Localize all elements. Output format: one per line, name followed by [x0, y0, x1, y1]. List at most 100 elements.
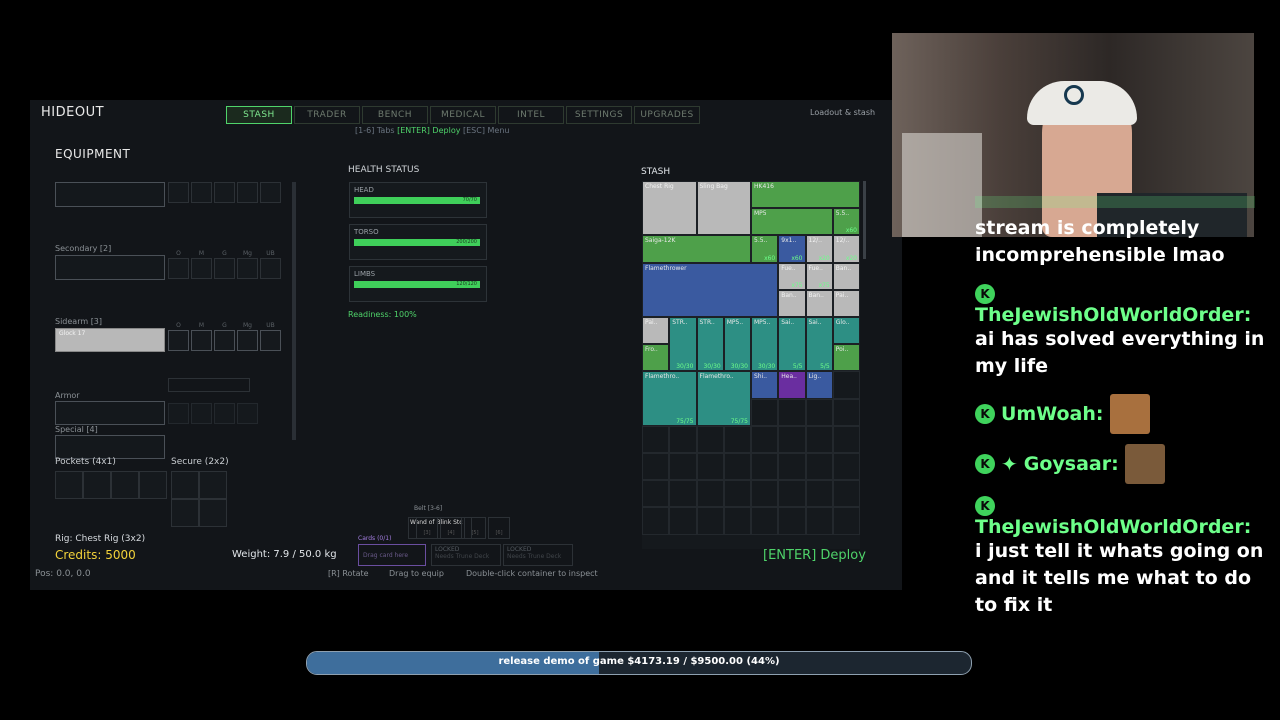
stash-item[interactable]: 12/.. x20 — [832, 235, 860, 263]
stash-cell[interactable] — [805, 453, 833, 481]
secure-slot[interactable] — [171, 499, 199, 527]
chat-username[interactable]: TheJewishOldWorldOrder: — [975, 304, 1251, 326]
stash-cell[interactable] — [696, 507, 724, 535]
primary-slot[interactable] — [55, 182, 165, 207]
secondary-slot[interactable] — [55, 255, 165, 280]
stash-item[interactable]: HK416 — [751, 181, 860, 209]
stash-cell[interactable] — [751, 398, 779, 426]
tab-stash[interactable]: STASH — [226, 106, 292, 124]
stash-cell[interactable] — [751, 507, 779, 535]
stash-item[interactable]: 5.5.. x60 — [751, 235, 779, 263]
stash-cell[interactable] — [832, 425, 860, 453]
tab-trader[interactable]: TRADER — [294, 106, 360, 124]
stash-cell[interactable] — [696, 480, 724, 508]
armor-plate-slot[interactable] — [168, 378, 250, 392]
special-slot[interactable] — [55, 435, 165, 459]
sidearm-slot[interactable]: Glock 17 — [55, 328, 165, 352]
stash-item[interactable]: Ban.. — [805, 289, 833, 317]
stash-item[interactable]: Glo.. — [832, 317, 860, 345]
stash-item[interactable]: MP5 — [751, 208, 833, 236]
pocket-slot[interactable] — [139, 471, 167, 499]
stash-cell[interactable] — [778, 453, 806, 481]
stash-cell[interactable] — [751, 425, 779, 453]
stash-cell[interactable] — [642, 425, 670, 453]
stash-cell[interactable] — [832, 507, 860, 535]
stash-item[interactable]: Fue.. x75 — [805, 262, 833, 290]
stash-cell[interactable] — [778, 425, 806, 453]
stash-item[interactable]: MP5.. 30/30 — [751, 317, 779, 372]
stash-cell[interactable] — [751, 453, 779, 481]
armor-sub-slot[interactable] — [214, 403, 235, 424]
stash-item[interactable]: Flamethrower — [642, 262, 779, 317]
attachment-slot[interactable] — [237, 330, 258, 351]
stash-item[interactable]: Fue.. x75 — [778, 262, 806, 290]
stash-item[interactable]: Shi.. — [751, 371, 779, 399]
stash-cell[interactable] — [696, 425, 724, 453]
tab-intel[interactable]: INTEL — [498, 106, 564, 124]
stash-item[interactable]: Pai.. — [832, 289, 860, 317]
stash-item[interactable]: Fro.. — [642, 344, 670, 372]
belt-slot[interactable]: [5] — [464, 517, 486, 539]
stash-cell[interactable] — [751, 480, 779, 508]
tab-settings[interactable]: SETTINGS — [566, 106, 632, 124]
stash-cell[interactable] — [832, 371, 860, 399]
attachment-slot[interactable] — [191, 182, 212, 203]
stash-item[interactable]: 5.5.. x60 — [832, 208, 860, 236]
stash-item[interactable]: Sai.. 5/5 — [805, 317, 833, 372]
stash-cell[interactable] — [805, 480, 833, 508]
belt-slot[interactable]: [6] — [488, 517, 510, 539]
equipment-scrollbar[interactable] — [292, 182, 296, 440]
stash-item[interactable]: Saiga-12K — [642, 235, 751, 263]
stash-cell[interactable] — [669, 453, 697, 481]
stash-item[interactable]: Ban.. — [832, 262, 860, 290]
stash-item[interactable]: STR.. 30/30 — [669, 317, 697, 372]
attachment-slot[interactable] — [191, 258, 212, 279]
tab-bench[interactable]: BENCH — [362, 106, 428, 124]
stash-item[interactable]: Chest Rig — [642, 181, 697, 236]
belt-slot[interactable]: [4] — [440, 517, 462, 539]
stash-item[interactable]: 12/.. x20 — [805, 235, 833, 263]
stash-cell[interactable] — [669, 480, 697, 508]
armor-sub-slot[interactable] — [168, 403, 189, 424]
stash-cell[interactable] — [642, 480, 670, 508]
stash-cell[interactable] — [669, 507, 697, 535]
pocket-slot[interactable] — [55, 471, 83, 499]
stash-item[interactable]: Flamethro.. 75/75 — [642, 371, 697, 426]
pocket-slot[interactable] — [83, 471, 111, 499]
stash-cell[interactable] — [723, 453, 751, 481]
stash-cell[interactable] — [832, 398, 860, 426]
attachment-slot[interactable] — [214, 258, 235, 279]
attachment-slot[interactable] — [168, 258, 189, 279]
armor-slot[interactable] — [55, 401, 165, 425]
stash-cell[interactable] — [669, 425, 697, 453]
stash-item[interactable]: Poi.. — [832, 344, 860, 372]
attachment-slot[interactable] — [260, 182, 281, 203]
stash-item[interactable]: MP5.. 30/30 — [723, 317, 751, 372]
armor-sub-slot[interactable] — [191, 403, 212, 424]
stash-cell[interactable] — [778, 507, 806, 535]
chat-username[interactable]: UmWoah: — [1001, 403, 1104, 425]
attachment-slot[interactable] — [214, 182, 235, 203]
armor-sub-slot[interactable] — [237, 403, 258, 424]
stash-cell[interactable] — [805, 507, 833, 535]
attachment-slot[interactable] — [260, 258, 281, 279]
secure-slot[interactable] — [171, 471, 199, 499]
stash-item[interactable]: Ban.. — [778, 289, 806, 317]
stash-item[interactable]: Sai.. 5/5 — [778, 317, 806, 372]
belt-slot[interactable]: [3] — [416, 517, 438, 539]
stash-cell[interactable] — [805, 425, 833, 453]
tab-medical[interactable]: MEDICAL — [430, 106, 496, 124]
secure-slot[interactable] — [199, 499, 227, 527]
stash-cell[interactable] — [723, 507, 751, 535]
stash-cell[interactable] — [832, 480, 860, 508]
stash-cell[interactable] — [642, 453, 670, 481]
stash-cell[interactable] — [778, 480, 806, 508]
chat-username[interactable]: Goysaar: — [1024, 453, 1119, 475]
stash-cell[interactable] — [723, 480, 751, 508]
chat-username[interactable]: TheJewishOldWorldOrder: — [975, 516, 1251, 538]
secure-slot[interactable] — [199, 471, 227, 499]
pocket-slot[interactable] — [111, 471, 139, 499]
attachment-slot[interactable] — [214, 330, 235, 351]
stash-item[interactable]: STR.. 30/30 — [696, 317, 724, 372]
stash-cell[interactable] — [642, 507, 670, 535]
